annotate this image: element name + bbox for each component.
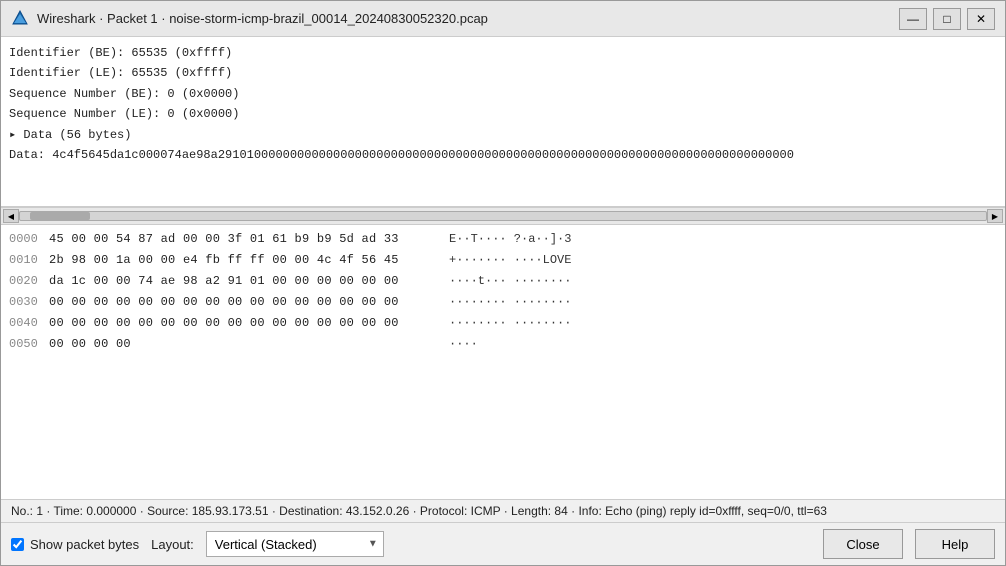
show-packet-bytes-label: Show packet bytes <box>30 537 139 552</box>
hex-bytes: 00 00 00 00 00 00 00 00 00 00 00 00 00 0… <box>49 292 439 313</box>
hex-bytes: 00 00 00 00 00 00 00 00 00 00 00 00 00 0… <box>49 313 439 334</box>
hex-offset: 0050 <box>9 334 49 355</box>
show-packet-bytes-container: Show packet bytes <box>11 537 139 552</box>
scroll-track[interactable] <box>19 211 987 221</box>
minimize-button[interactable]: — <box>899 8 927 30</box>
close-window-button[interactable]: ✕ <box>967 8 995 30</box>
horizontal-scrollbar[interactable]: ◀ ▶ <box>1 207 1005 225</box>
hex-offset: 0030 <box>9 292 49 313</box>
bottom-bar: Show packet bytes Layout: Vertical (Stac… <box>1 522 1005 565</box>
scroll-left-arrow[interactable]: ◀ <box>3 209 19 223</box>
wireshark-icon <box>11 10 29 28</box>
title-bar-controls: — □ ✕ <box>899 8 995 30</box>
hex-offset: 0040 <box>9 313 49 334</box>
hex-bytes: 00 00 00 00 <box>49 334 439 355</box>
main-content: Identifier (BE): 65535 (0xffff) Identifi… <box>1 37 1005 565</box>
help-button[interactable]: Help <box>915 529 995 559</box>
layout-label: Layout: <box>151 537 194 552</box>
hex-ascii: ········ ········ <box>449 313 571 334</box>
packet-details-inner: Identifier (BE): 65535 (0xffff) Identifi… <box>1 41 1005 167</box>
main-window: Wireshark · Packet 1 · noise-storm-icmp-… <box>0 0 1006 566</box>
hex-bytes: da 1c 00 00 74 ae 98 a2 91 01 00 00 00 0… <box>49 271 439 292</box>
hex-ascii: ····t··· ········ <box>449 271 571 292</box>
status-bar: No.: 1 · Time: 0.000000 · Source: 185.93… <box>1 499 1005 522</box>
title-bar: Wireshark · Packet 1 · noise-storm-icmp-… <box>1 1 1005 37</box>
layout-select-wrapper: Vertical (Stacked)Horizontal (Side by Si… <box>206 531 384 557</box>
show-packet-bytes-checkbox[interactable] <box>11 538 24 551</box>
window-title: Wireshark · Packet 1 · noise-storm-icmp-… <box>37 11 488 26</box>
detail-line: Data: 4c4f5645da1c000074ae98a29101000000… <box>9 145 997 165</box>
hex-ascii: ···· <box>449 334 478 355</box>
hex-bytes: 2b 98 00 1a 00 00 e4 fb ff ff 00 00 4c 4… <box>49 250 439 271</box>
hex-ascii: +······· ····LOVE <box>449 250 571 271</box>
close-button[interactable]: Close <box>823 529 903 559</box>
scroll-thumb[interactable] <box>30 212 90 220</box>
detail-line: Identifier (LE): 65535 (0xffff) <box>9 63 997 83</box>
detail-line: Sequence Number (LE): 0 (0x0000) <box>9 104 997 124</box>
detail-line: Identifier (BE): 65535 (0xffff) <box>9 43 997 63</box>
hex-row: 005000 00 00 00 ···· <box>9 334 997 355</box>
hex-row: 003000 00 00 00 00 00 00 00 00 00 00 00 … <box>9 292 997 313</box>
hex-row: 000045 00 00 54 87 ad 00 00 3f 01 61 b9 … <box>9 229 997 250</box>
hex-ascii: ········ ········ <box>449 292 571 313</box>
packet-details-panel[interactable]: Identifier (BE): 65535 (0xffff) Identifi… <box>1 37 1005 207</box>
hex-row: 004000 00 00 00 00 00 00 00 00 00 00 00 … <box>9 313 997 334</box>
hex-bytes: 45 00 00 54 87 ad 00 00 3f 01 61 b9 b9 5… <box>49 229 439 250</box>
hex-offset: 0000 <box>9 229 49 250</box>
hex-row: 0020da 1c 00 00 74 ae 98 a2 91 01 00 00 … <box>9 271 997 292</box>
maximize-button[interactable]: □ <box>933 8 961 30</box>
hex-offset: 0020 <box>9 271 49 292</box>
detail-line: Sequence Number (BE): 0 (0x0000) <box>9 84 997 104</box>
detail-line: ▸ Data (56 bytes) <box>9 125 997 145</box>
title-bar-left: Wireshark · Packet 1 · noise-storm-icmp-… <box>11 10 488 28</box>
hex-row: 00102b 98 00 1a 00 00 e4 fb ff ff 00 00 … <box>9 250 997 271</box>
hex-offset: 0010 <box>9 250 49 271</box>
status-text: No.: 1 · Time: 0.000000 · Source: 185.93… <box>11 504 827 518</box>
hex-dump-panel[interactable]: 000045 00 00 54 87 ad 00 00 3f 01 61 b9 … <box>1 225 1005 499</box>
hex-ascii: E··T···· ?·a··]·3 <box>449 229 571 250</box>
layout-select[interactable]: Vertical (Stacked)Horizontal (Side by Si… <box>206 531 384 557</box>
scroll-right-arrow[interactable]: ▶ <box>987 209 1003 223</box>
